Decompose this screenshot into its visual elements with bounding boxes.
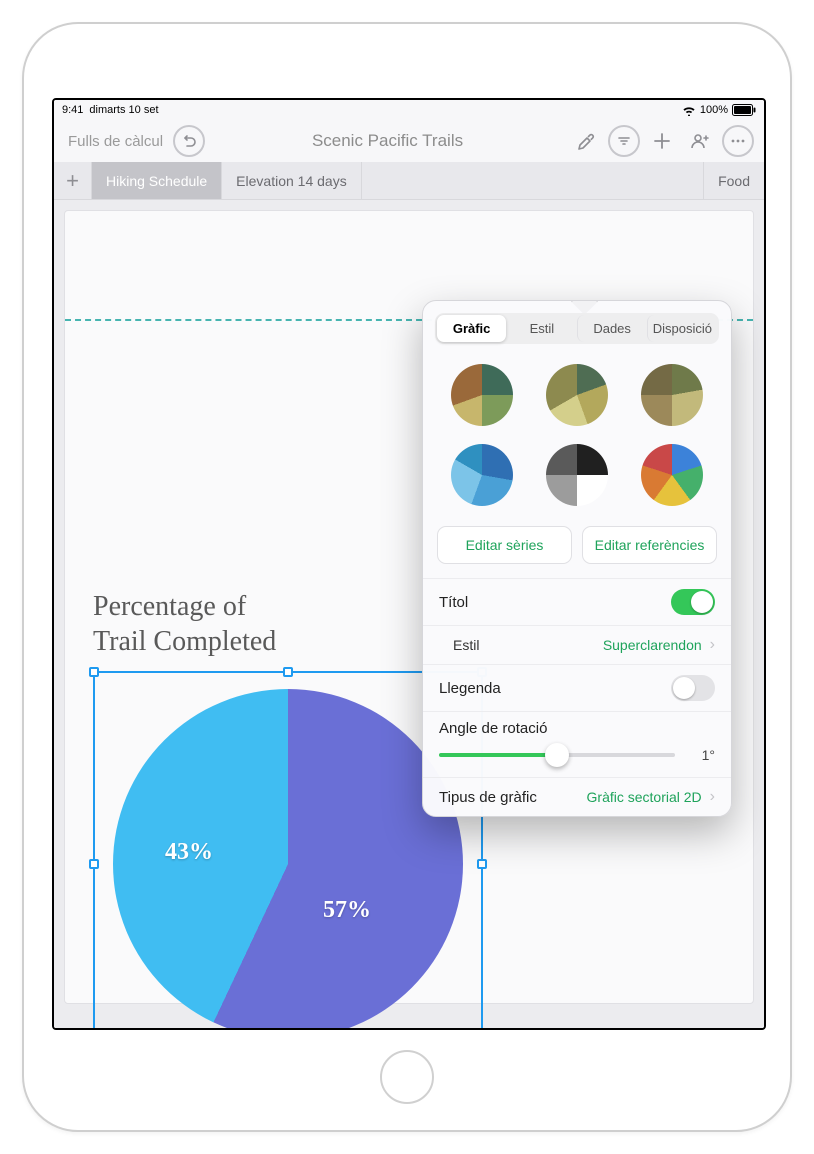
edit-series-button[interactable]: Editar sèries	[437, 526, 572, 564]
home-button[interactable]	[380, 1050, 434, 1104]
undo-button[interactable]	[173, 125, 205, 157]
resize-handle-ml[interactable]	[89, 859, 99, 869]
seg-chart[interactable]: Gràfic	[437, 315, 506, 342]
rotation-value: 1°	[687, 747, 715, 763]
chart-type-value: Gràfic sectorial 2D	[587, 789, 702, 805]
chart-style-swatch-rainbow[interactable]	[641, 444, 703, 506]
filter-button[interactable]	[608, 125, 640, 157]
legend-label: Llegenda	[439, 680, 671, 697]
chart-style-swatch-sand[interactable]	[641, 364, 703, 426]
back-button[interactable]: Fulls de càlcul	[64, 133, 167, 150]
title-style-value: Superclarendon	[603, 637, 702, 653]
chevron-right-icon: ›	[710, 636, 715, 654]
battery-pct: 100%	[700, 104, 728, 116]
chart-style-grid	[423, 356, 731, 522]
resize-handle-mr[interactable]	[477, 859, 487, 869]
seg-layout[interactable]: Disposició	[647, 315, 717, 342]
rotation-label: Angle de rotació	[439, 720, 715, 737]
rotation-slider[interactable]	[439, 753, 675, 757]
statusbar-date: dimarts 10 set	[89, 104, 158, 116]
chart-style-swatch-earth[interactable]	[451, 364, 513, 426]
slice-label-a: 57%	[323, 897, 371, 924]
legend-toggle[interactable]	[671, 675, 715, 701]
canvas[interactable]: Percentage of Trail Completed 57% 43%	[54, 200, 764, 1028]
chart-type-label: Tipus de gràfic	[439, 789, 587, 806]
popover-segmented: Gràfic Estil Dades Disposició	[435, 313, 719, 344]
chart-title[interactable]: Percentage of Trail Completed	[93, 589, 276, 659]
sheet-tab-food[interactable]: Food	[703, 162, 764, 199]
chart-style-swatch-mono[interactable]	[546, 444, 608, 506]
screen: 9:41 dimarts 10 set 100% Fulls de càlcul…	[52, 98, 766, 1030]
legend-toggle-row: Llegenda	[423, 664, 731, 711]
rotation-row: Angle de rotació 1°	[423, 711, 731, 777]
more-button[interactable]	[722, 125, 754, 157]
doc-title[interactable]: Scenic Pacific Trails	[211, 131, 564, 151]
resize-handle-tl[interactable]	[89, 667, 99, 677]
sheet-tab-elevation[interactable]: Elevation 14 days	[222, 162, 362, 199]
add-sheet-button[interactable]: +	[54, 162, 92, 199]
pie-chart[interactable]: 57% 43%	[113, 689, 463, 1030]
rotation-slider-thumb[interactable]	[545, 743, 569, 767]
chevron-right-icon: ›	[710, 788, 715, 806]
format-brush-button[interactable]	[570, 125, 602, 157]
seg-data[interactable]: Dades	[577, 315, 647, 342]
sheet-tabs: + Hiking Schedule Elevation 14 days Food	[54, 162, 764, 200]
title-style-label: Estil	[453, 637, 603, 653]
seg-style[interactable]: Estil	[506, 315, 576, 342]
chart-type-row[interactable]: Tipus de gràfic Gràfic sectorial 2D ›	[423, 777, 731, 816]
edit-references-button[interactable]: Editar referències	[582, 526, 717, 564]
insert-button[interactable]	[646, 125, 678, 157]
statusbar: 9:41 dimarts 10 set 100%	[54, 100, 764, 120]
chart-style-swatch-ocean[interactable]	[451, 444, 513, 506]
resize-handle-tm[interactable]	[283, 667, 293, 677]
title-label: Títol	[439, 594, 671, 611]
title-toggle-row: Títol	[423, 578, 731, 625]
format-popover: Gràfic Estil Dades Disposició Editar sèr…	[422, 300, 732, 817]
toolbar: Fulls de càlcul Scenic Pacific Trails	[54, 120, 764, 162]
wifi-icon	[682, 105, 696, 116]
statusbar-time: 9:41	[62, 104, 83, 116]
sheet-tab-hiking[interactable]: Hiking Schedule	[92, 162, 222, 199]
title-style-row[interactable]: Estil Superclarendon ›	[423, 625, 731, 664]
title-toggle[interactable]	[671, 589, 715, 615]
collaborate-button[interactable]	[684, 125, 716, 157]
ipad-frame: 9:41 dimarts 10 set 100% Fulls de càlcul…	[22, 22, 792, 1132]
battery-icon	[732, 104, 756, 116]
slice-label-b: 43%	[165, 839, 213, 866]
chart-style-swatch-olive[interactable]	[546, 364, 608, 426]
